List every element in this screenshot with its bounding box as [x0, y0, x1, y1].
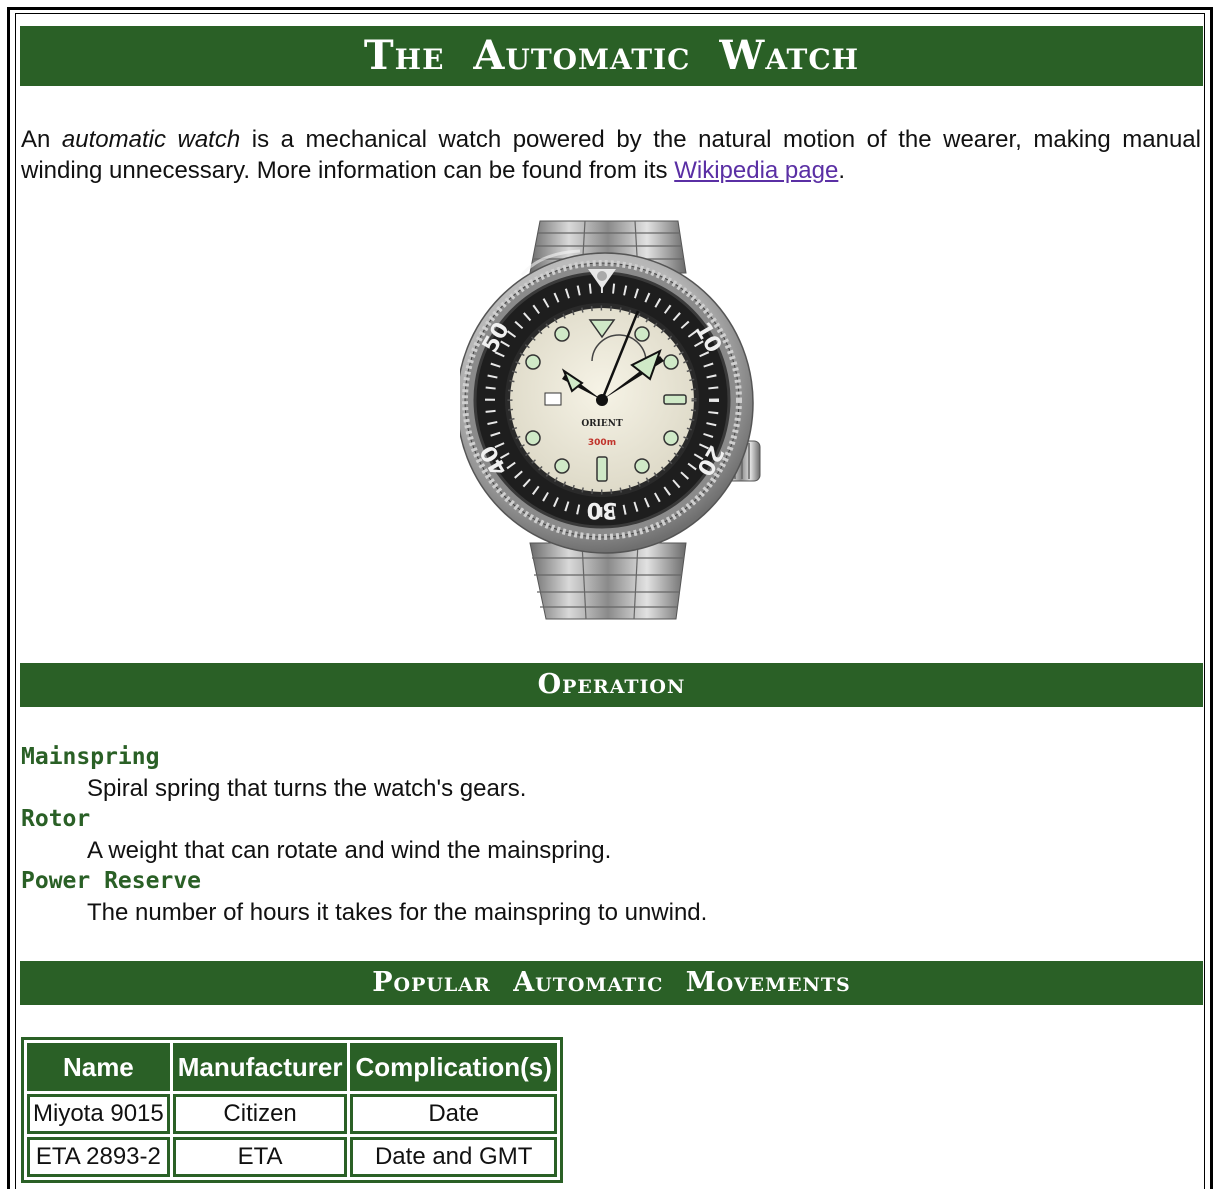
operation-definition-list: Mainspring Spiral spring that turns the …: [21, 742, 707, 928]
table-cell: Date and GMT: [350, 1137, 557, 1177]
watch-image: 10 20 30 40 50 ORIENT 300m: [456, 213, 766, 623]
definition-term: Power Reserve: [21, 868, 202, 894]
movements-heading: Popular Automatic Movements: [20, 961, 1203, 1005]
operation-heading: Operation: [20, 663, 1203, 707]
table-row: Miyota 9015 Citizen Date: [27, 1094, 557, 1134]
table-cell: Date: [350, 1094, 557, 1134]
table-row: ETA 2893-2 ETA Date and GMT: [27, 1137, 557, 1177]
intro-paragraph: An automatic watch is a mechanical watch…: [21, 124, 1201, 186]
intro-term: automatic watch: [61, 126, 241, 153]
dial-depth-rating: 300m: [588, 438, 616, 448]
definition-description: Spiral spring that turns the watch's gea…: [87, 775, 527, 802]
column-header-manufacturer: Manufacturer: [172, 1043, 348, 1091]
definition-term: Rotor: [21, 806, 91, 832]
definition-description: A weight that can rotate and wind the ma…: [87, 837, 612, 864]
watch-illustration: 10 20 30 40 50 ORIENT 300m: [456, 220, 761, 620]
table-cell: Miyota 9015: [27, 1094, 170, 1134]
intro-prefix: An: [21, 126, 62, 153]
column-header-name: Name: [27, 1043, 170, 1091]
table-cell: ETA 2893-2: [27, 1137, 170, 1177]
bezel-number-30: 30: [587, 497, 618, 522]
definition-term: Mainspring: [21, 744, 160, 770]
dial-brand: ORIENT: [581, 419, 623, 429]
movements-table: Name Manufacturer Complication(s) Miyota…: [21, 1037, 563, 1183]
table-cell: Citizen: [172, 1094, 348, 1134]
definition-description: The number of hours it takes for the mai…: [87, 899, 708, 926]
table-cell: ETA: [172, 1137, 348, 1177]
intro-suffix: .: [838, 157, 845, 184]
page-title: The Automatic Watch: [20, 26, 1203, 86]
table-header-row: Name Manufacturer Complication(s): [27, 1043, 557, 1091]
column-header-complications: Complication(s): [350, 1043, 557, 1091]
wikipedia-link[interactable]: Wikipedia page: [674, 157, 838, 184]
